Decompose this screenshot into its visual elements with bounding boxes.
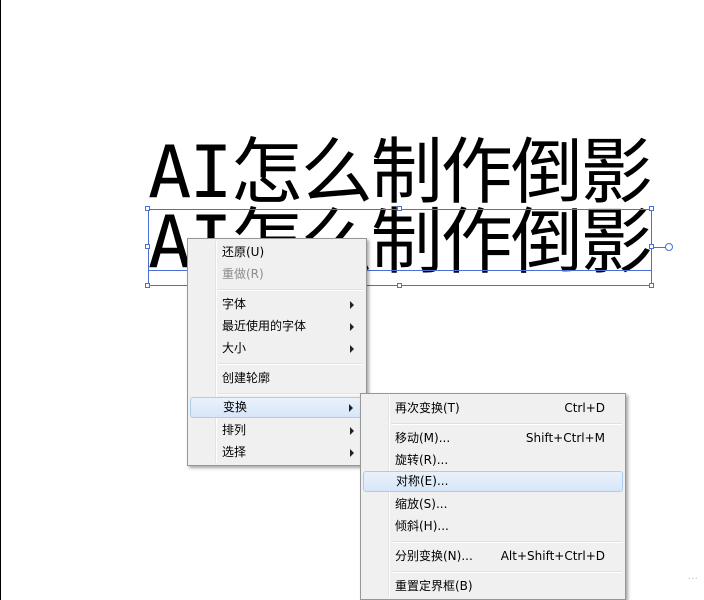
submenu-arrow-icon — [349, 404, 353, 412]
menu-item-redo: 重做(R) — [222, 267, 264, 281]
menu-item-arrange[interactable]: 排列 — [190, 420, 364, 441]
resize-handle-bottom-left[interactable] — [145, 283, 150, 288]
menu-separator — [391, 571, 622, 573]
submenu-arrow-icon — [350, 427, 354, 435]
resize-handle-top-right[interactable] — [649, 206, 654, 211]
context-menu: 还原(U) 重做(R) 字体 最近使用的字体 大小 创建轮廓 变换 排列 选择 — [187, 238, 367, 466]
menu-separator — [218, 393, 363, 395]
menu-separator — [218, 363, 363, 365]
resize-handle-top-left[interactable] — [145, 206, 150, 211]
menu-item-create-outlines[interactable]: 创建轮廓 — [190, 368, 364, 389]
shortcut-label: Ctrl+D — [564, 401, 605, 415]
menu-item-size[interactable]: 大小 — [190, 338, 364, 359]
menu-item-transform[interactable]: 变换 — [190, 397, 364, 418]
submenu-arrow-icon — [350, 323, 354, 331]
artboard-edge — [0, 0, 1, 600]
shortcut-label: Shift+Ctrl+M — [525, 431, 605, 445]
menu-item-transform-each[interactable]: 分别变换(N)... Alt+Shift+Ctrl+D — [363, 546, 623, 567]
menu-separator — [218, 289, 363, 291]
watermark: ... — [687, 569, 699, 582]
menu-item-move[interactable]: 移动(M)... Shift+Ctrl+M — [363, 428, 623, 449]
resize-handle-bottom-right[interactable] — [649, 283, 654, 288]
menu-item-reset-bounding-box[interactable]: 重置定界框(B) — [363, 576, 623, 597]
art-text-original[interactable]: AI怎么制作倒影 — [148, 136, 653, 208]
menu-item-select[interactable]: 选择 — [190, 442, 364, 463]
text-outport-handle[interactable] — [665, 243, 673, 251]
submenu-arrow-icon — [350, 301, 354, 309]
resize-handle-middle-left[interactable] — [145, 244, 150, 249]
resize-handle-top-middle[interactable] — [397, 206, 402, 211]
menu-item-recent-fonts[interactable]: 最近使用的字体 — [190, 316, 364, 337]
transform-submenu: 再次变换(T) Ctrl+D 移动(M)... Shift+Ctrl+M 旋转(R)… — [360, 393, 626, 600]
menu-item-scale[interactable]: 缩放(S)... — [363, 494, 623, 515]
resize-handle-bottom-middle[interactable] — [397, 283, 402, 288]
submenu-arrow-icon — [350, 345, 354, 353]
menu-separator — [391, 423, 622, 425]
shortcut-label: Alt+Shift+Ctrl+D — [500, 549, 605, 563]
menu-item-rotate[interactable]: 旋转(R)... — [363, 450, 623, 471]
menu-item-shear[interactable]: 倾斜(H)... — [363, 516, 623, 537]
menu-item-font[interactable]: 字体 — [190, 294, 364, 315]
menu-item-undo[interactable]: 还原(U) — [190, 242, 364, 263]
menu-separator — [391, 541, 622, 543]
submenu-arrow-icon — [350, 449, 354, 457]
menu-item-reflect[interactable]: 对称(E)... — [363, 471, 623, 492]
menu-item-transform-again[interactable]: 再次变换(T) Ctrl+D — [363, 398, 623, 419]
